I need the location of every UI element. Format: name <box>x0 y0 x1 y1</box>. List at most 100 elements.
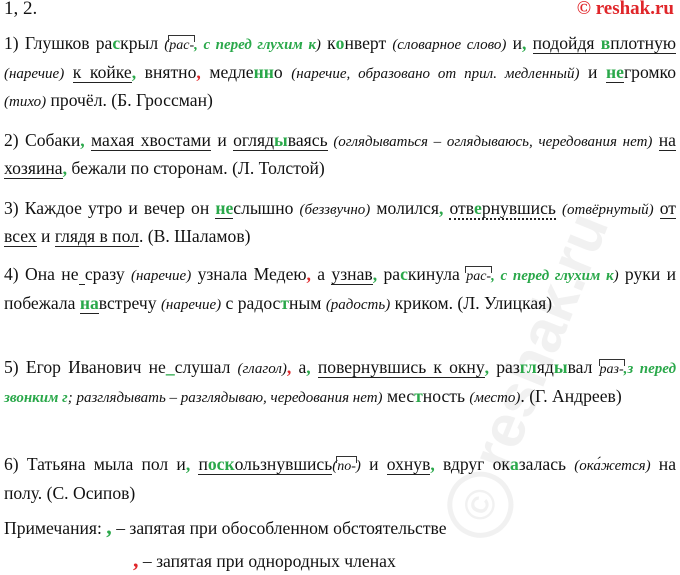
text-fragment: махая хвостами <box>91 130 211 151</box>
text-fragment: (наречие) <box>4 66 65 82</box>
notes-green: Примечания: , – запятая при обособленном… <box>4 514 447 540</box>
text-fragment: нверт <box>344 33 393 53</box>
notes-red: , – запятая при однородных членах <box>133 547 396 573</box>
text-fragment: 3) Каждое утро и вечер он <box>4 198 216 218</box>
text-fragment: т <box>414 386 423 406</box>
header: 1, 2. © reshak.ru <box>4 0 674 22</box>
text-fragment: вал <box>567 357 600 377</box>
text-fragment: рас- <box>466 269 492 284</box>
text-fragment: (беззвучно) <box>299 202 371 218</box>
text-group: поскользнувшись <box>198 454 333 475</box>
text-fragment: , с перед глухим к <box>491 268 614 284</box>
text-fragment: молился <box>370 198 439 218</box>
text-fragment: п <box>198 454 208 474</box>
text-fragment: гл <box>519 357 537 377</box>
text-fragment: не <box>215 198 234 219</box>
sentence-3: 3) Каждое утро и вечер он неслышно (безз… <box>4 195 676 249</box>
text-fragment: разглядывать – разглядываю, <box>72 390 267 406</box>
text-fragment: на <box>79 293 99 314</box>
text-fragment: о <box>273 62 292 82</box>
text-group: рас-, с перед глухим к) <box>466 268 618 284</box>
text-fragment: . (Г. Андреев) <box>520 386 622 406</box>
text-fragment: (оглядываться – оглядываюсь, чередования… <box>327 134 653 150</box>
text-fragment: – запятая при однородных членах <box>138 551 396 571</box>
exercise-number: 1, 2. <box>4 0 38 19</box>
text-fragment: с <box>400 264 408 284</box>
text-fragment: сразу <box>84 264 131 284</box>
text-fragment: крыл <box>120 33 165 53</box>
text-fragment: и <box>210 130 234 150</box>
adverbial-phrase: подойдя вплотную <box>532 33 677 54</box>
text-fragment: слышно <box>233 198 300 218</box>
text-fragment: охнув <box>386 454 431 475</box>
text-fragment: ность <box>422 386 470 406</box>
sentence-6: 6) Татьяна мыла пол и, поскользнувшись(п… <box>4 451 676 506</box>
text-fragment: ы <box>274 130 288 150</box>
text-fragment: ы <box>553 357 568 377</box>
text-fragment: повернувшись к окну <box>317 357 485 378</box>
text-fragment: Примечания: <box>4 518 107 538</box>
text-fragment: яд <box>536 357 554 377</box>
sentence-5: 5) Егор Иванович не_слушал (глагол), а, … <box>4 354 676 411</box>
text-fragment: (ока́жется) <box>574 458 651 474</box>
text-fragment: встречу <box>98 293 161 313</box>
text-fragment: кинула <box>407 264 467 284</box>
text-fragment: медле <box>200 62 254 82</box>
text-fragment: рнувшись <box>481 198 556 218</box>
text-fragment: огляд <box>233 130 275 150</box>
text-fragment: , <box>306 357 311 377</box>
text-fragment: , с перед глухим к <box>194 37 316 53</box>
text-fragment: внятно <box>136 62 197 82</box>
text-fragment: и <box>579 62 606 82</box>
text-fragment: мес <box>382 386 415 406</box>
text-fragment: с <box>112 33 121 53</box>
text-fragment: не <box>605 62 624 83</box>
text-fragment: отв <box>449 198 474 218</box>
text-fragment: 5) Егор Иванович не <box>4 357 166 377</box>
text-fragment: прочёл. (Б. Гроссман) <box>46 90 213 110</box>
text-fragment: (глагол) <box>237 361 287 377</box>
text-fragment: с радос <box>221 293 281 313</box>
text-fragment: раз- <box>599 362 624 377</box>
text-group: оглядываясь <box>233 130 328 151</box>
text-fragment: а <box>509 454 519 474</box>
text-fragment: узнав <box>331 264 373 285</box>
text-fragment: 2) Собаки <box>4 130 81 150</box>
text-fragment: ользнувшись <box>234 454 333 474</box>
text-fragment: и <box>506 33 523 53</box>
text-fragment: раз <box>496 357 520 377</box>
text-group: отвернувшись <box>449 198 556 220</box>
text-fragment: , <box>438 198 444 218</box>
text-fragment: 6) Татьяна мыла пол и <box>4 454 186 474</box>
text-fragment: нн <box>253 62 274 82</box>
text-fragment: (отвёрнутый) <box>562 202 654 218</box>
text-fragment: (наречие) <box>131 268 192 284</box>
text-group: (рас-, с перед глухим к) <box>164 37 321 53</box>
text-fragment: ра <box>377 264 401 284</box>
text-fragment: залась <box>518 454 567 474</box>
text-fragment: а <box>310 264 332 284</box>
source-credit: © reshak.ru <box>576 0 674 19</box>
text-fragment: , <box>185 454 191 474</box>
text-fragment: (наречие) <box>160 297 222 313</box>
text-fragment: – запятая при обособленном обстоятельств… <box>111 518 447 538</box>
text-fragment: плотную <box>610 33 677 53</box>
text-fragment: (тихо) <box>4 94 47 110</box>
text-fragment: к <box>320 33 336 53</box>
text-fragment: оск <box>207 454 235 474</box>
sentence-1: 1) Глушков раскрыл (рас-, с перед глухим… <box>4 30 677 115</box>
text-fragment: ваясь <box>287 130 328 150</box>
text-fragment: и <box>36 226 55 246</box>
text-fragment: _ <box>165 357 175 377</box>
text-fragment: к койке <box>72 62 132 83</box>
text-group: (по-) <box>332 458 361 474</box>
text-fragment: (радость) <box>325 297 391 313</box>
text-fragment: по- <box>337 459 356 474</box>
text-fragment: глядя в пол <box>54 226 139 247</box>
text-fragment: . (В. Шаламов) <box>138 226 251 246</box>
text-fragment: (место) <box>469 390 521 406</box>
text-fragment: , <box>484 357 490 377</box>
sentence-4: 4) Она не сразу (наречие) узнала Медею , … <box>4 261 676 318</box>
text-fragment: в <box>600 33 611 53</box>
text-fragment: ным <box>289 293 326 313</box>
